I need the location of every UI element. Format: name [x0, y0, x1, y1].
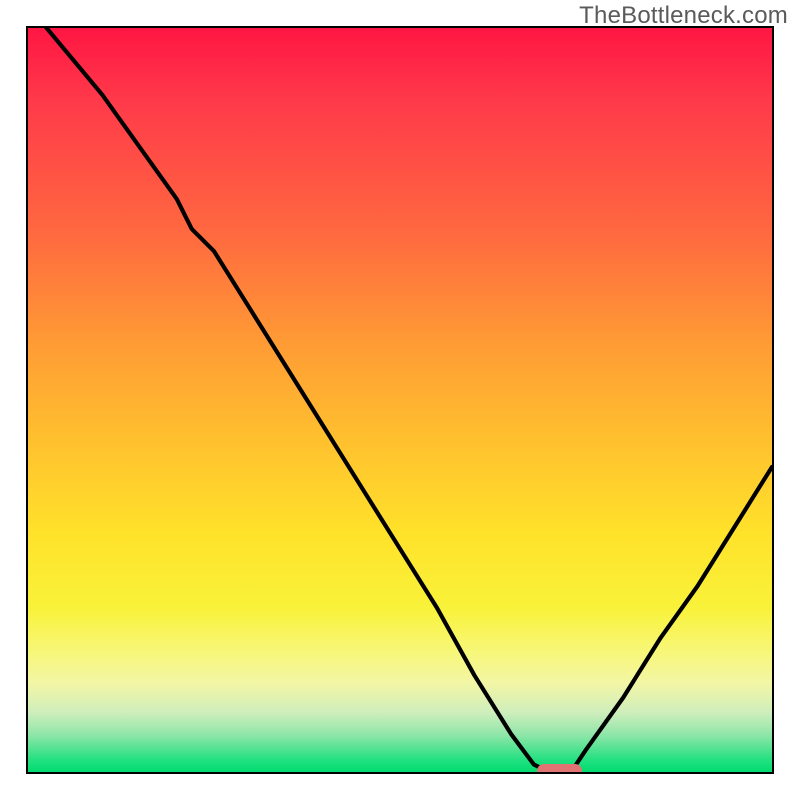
bottleneck-curve	[28, 28, 772, 772]
plot-area	[26, 26, 774, 774]
optimal-marker	[537, 764, 582, 774]
chart-stage: TheBottleneck.com	[0, 0, 800, 800]
